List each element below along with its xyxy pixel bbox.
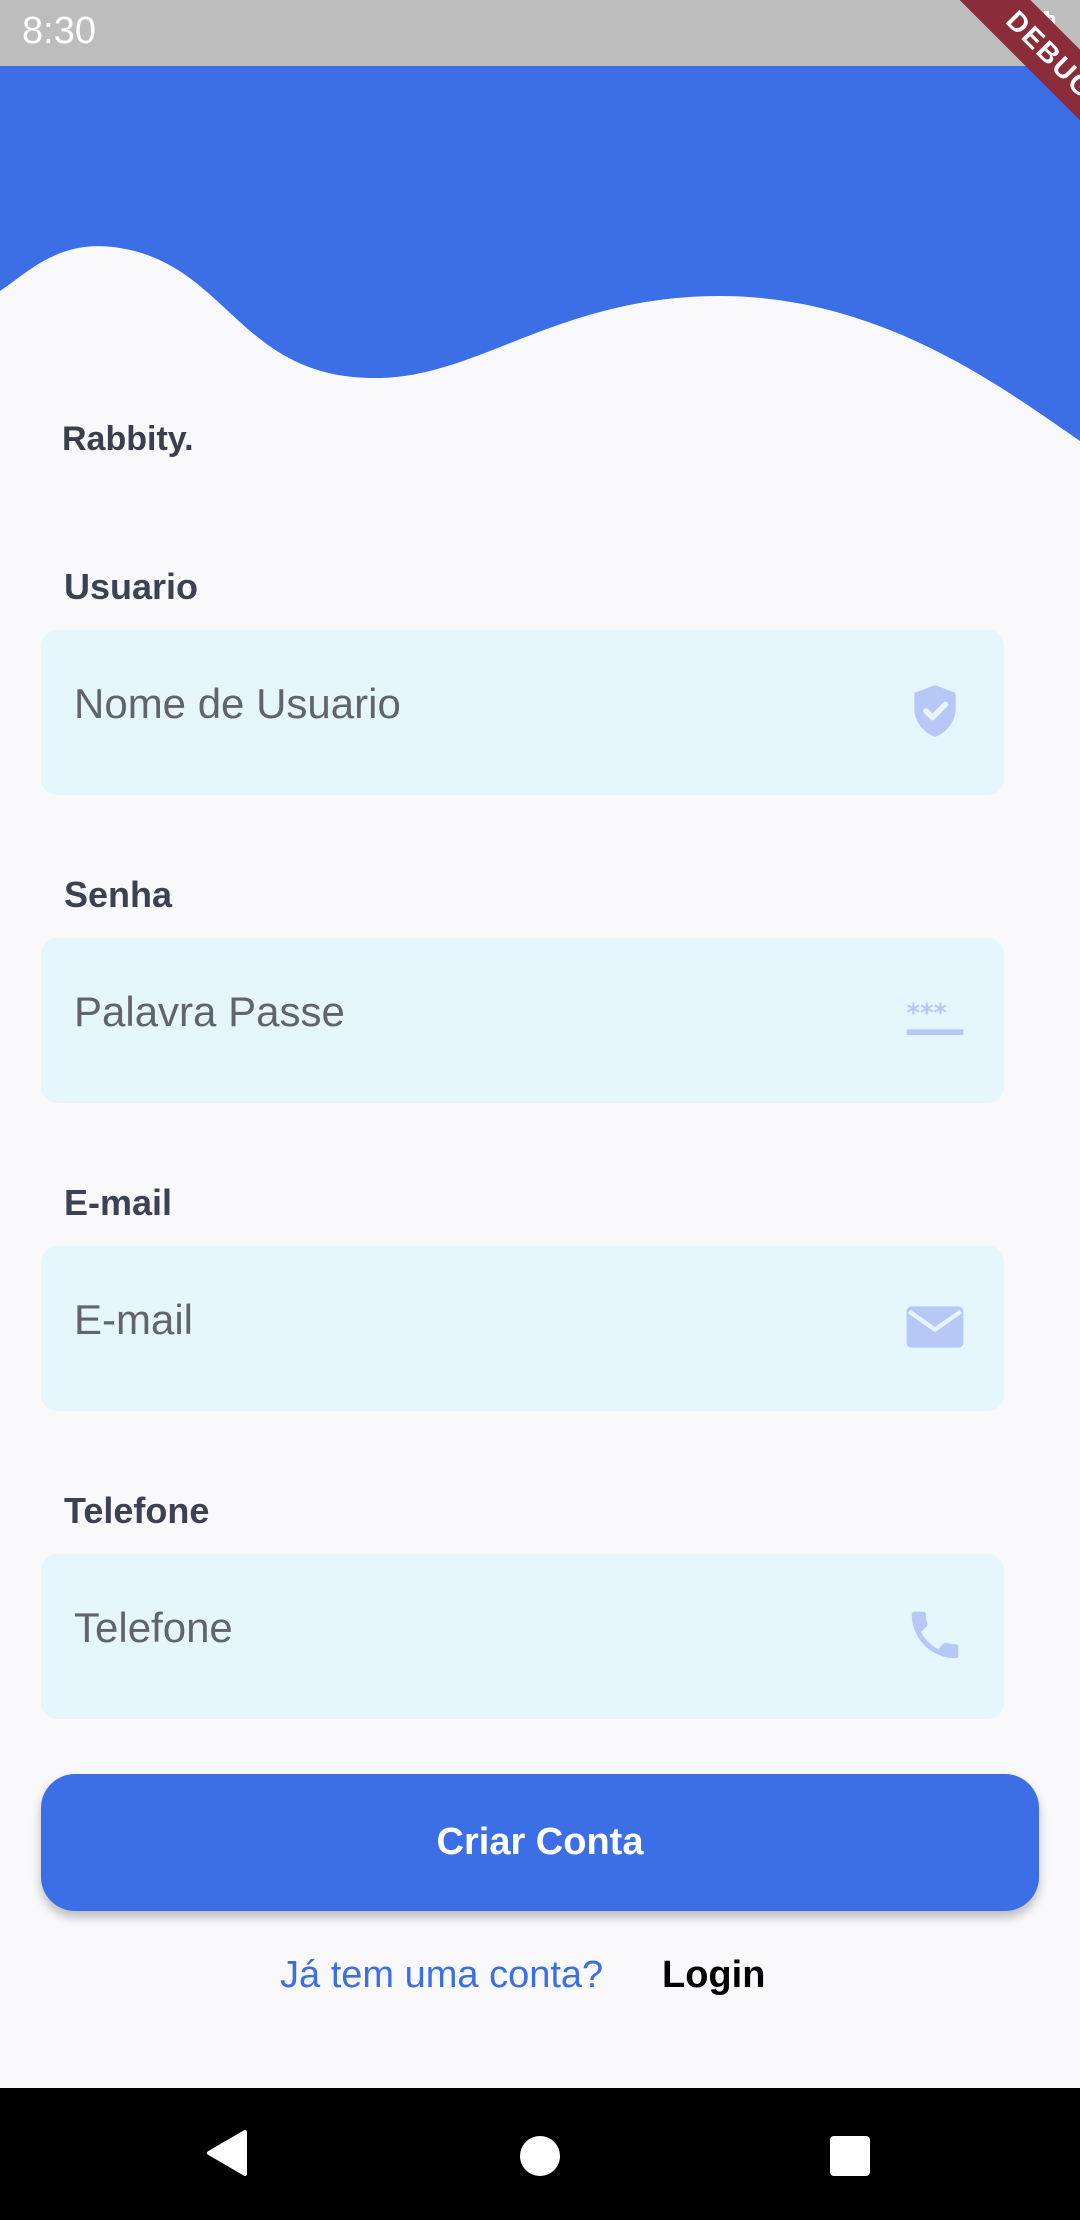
status-time: 8:30: [22, 10, 96, 52]
email-label: E-mail: [64, 1182, 173, 1223]
password-label: Senha: [64, 874, 173, 915]
username-field[interactable]: Nome de Usuario: [41, 630, 1004, 795]
password-placeholder: Palavra Passe: [74, 988, 345, 1035]
email-field[interactable]: E-mail: [41, 1246, 1004, 1411]
phone-label: Telefone: [64, 1490, 210, 1531]
password-icon: ***: [906, 999, 964, 1036]
navigation-bar: [0, 2088, 1080, 2220]
shield-check-icon: [914, 685, 956, 737]
create-account-button[interactable]: Criar Conta: [41, 1774, 1039, 1911]
have-account-link[interactable]: Já tem uma conta?: [280, 1954, 603, 1997]
email-placeholder: E-mail: [74, 1296, 194, 1343]
svg-text:***: ***: [907, 999, 948, 1029]
username-placeholder: Nome de Usuario: [74, 680, 401, 727]
phone-field[interactable]: Telefone: [41, 1554, 1004, 1719]
status-bar: 8:30: [0, 0, 1080, 66]
username-label: Usuario: [64, 566, 199, 607]
back-icon[interactable]: [205, 2128, 249, 2178]
recent-apps-icon[interactable]: [830, 2136, 870, 2176]
header-wave: [0, 66, 1080, 441]
home-icon[interactable]: [520, 2136, 560, 2176]
login-link[interactable]: Login: [662, 1954, 765, 1997]
password-field[interactable]: Palavra Passe ***: [41, 938, 1004, 1103]
phone-icon: [911, 1611, 959, 1659]
mail-icon: [906, 1306, 964, 1348]
phone-placeholder: Telefone: [74, 1604, 233, 1651]
